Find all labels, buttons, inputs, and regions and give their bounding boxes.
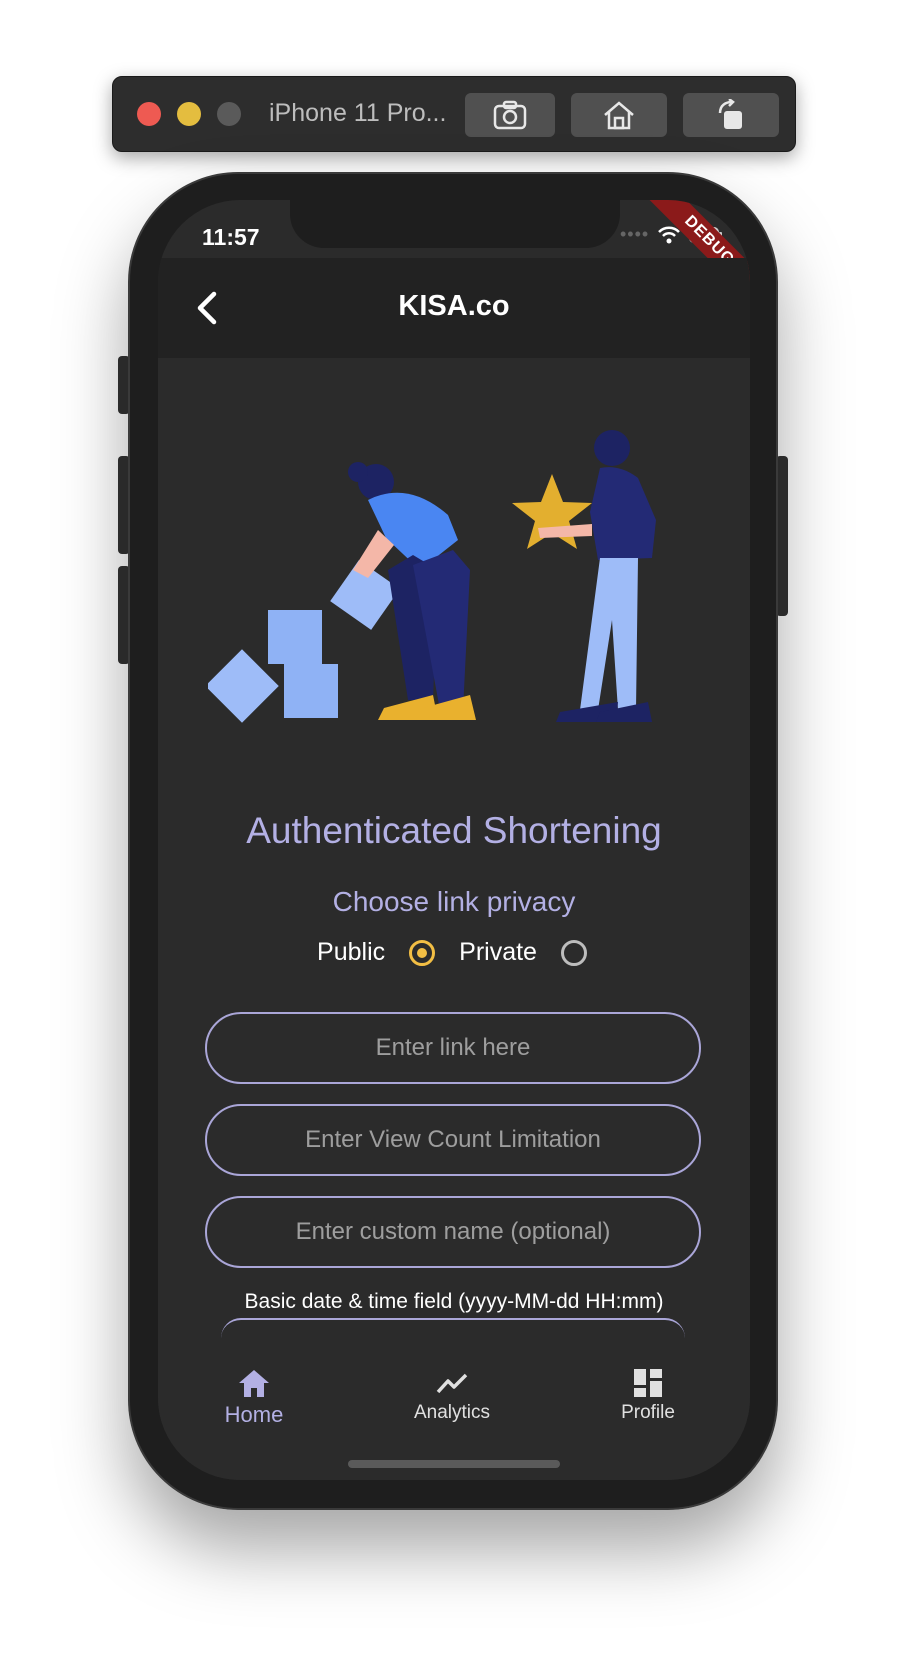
simulator-title: iPhone 11 Pro... [269, 99, 447, 127]
page-heading: Authenticated Shortening [246, 810, 662, 851]
simulator-toolbar: iPhone 11 Pro... [112, 76, 796, 152]
link-input-placeholder: Enter link here [375, 1034, 531, 1061]
nav-item-analytics[interactable]: Analytics [382, 1368, 522, 1424]
nav-label-home: Home [224, 1402, 284, 1427]
privacy-prompt: Choose link privacy [332, 886, 576, 917]
home-indicator[interactable] [348, 1460, 560, 1468]
zoom-window-button[interactable] [217, 102, 241, 126]
boxes-illustration [208, 560, 400, 723]
home-icon [604, 101, 634, 130]
nav-item-home[interactable]: Home [184, 1368, 324, 1428]
app-screen: 11:57 •••• DEBUG KISA.co Authenticated S… [158, 200, 750, 1480]
app-title: KISA.co [398, 290, 510, 322]
rotate-icon [718, 99, 742, 129]
nav-label-profile: Profile [621, 1402, 675, 1423]
radio-private[interactable] [560, 939, 587, 966]
custom-name-input-placeholder: Enter custom name (optional) [295, 1218, 611, 1245]
custom-name-input[interactable]: Enter custom name (optional) [205, 1196, 701, 1268]
home-button[interactable] [571, 93, 667, 137]
rotate-button[interactable] [683, 93, 779, 137]
person-holding-star-illustration [538, 430, 656, 722]
trending-icon [436, 1373, 468, 1394]
radio-public[interactable] [409, 939, 436, 966]
radio-label-private: Private [459, 938, 537, 966]
status-time: 11:57 [202, 224, 260, 250]
app-bar: KISA.co [158, 258, 750, 358]
close-window-button[interactable] [137, 102, 161, 126]
home-icon [239, 1370, 269, 1397]
nav-label-analytics: Analytics [413, 1402, 491, 1423]
link-input[interactable]: Enter link here [205, 1012, 701, 1084]
privacy-radio-group: Public Private [158, 938, 750, 967]
date-time-input[interactable] [221, 1318, 685, 1338]
notch [290, 200, 620, 248]
radio-label-public: Public [317, 938, 386, 966]
screenshot-button[interactable] [465, 93, 555, 137]
minimize-window-button[interactable] [177, 102, 201, 126]
view-count-input-placeholder: Enter View Count Limitation [305, 1126, 601, 1153]
date-field-label: Basic date & time field (yyyy-MM-dd HH:m… [244, 1290, 664, 1313]
nav-item-profile[interactable]: Profile [578, 1368, 718, 1424]
view-count-input[interactable]: Enter View Count Limitation [205, 1104, 701, 1176]
hero-illustration-icon [208, 430, 656, 723]
dashboard-icon [634, 1369, 662, 1397]
signal-icon: •••• [620, 224, 650, 244]
camera-icon [493, 100, 527, 130]
star-icon [512, 474, 592, 549]
